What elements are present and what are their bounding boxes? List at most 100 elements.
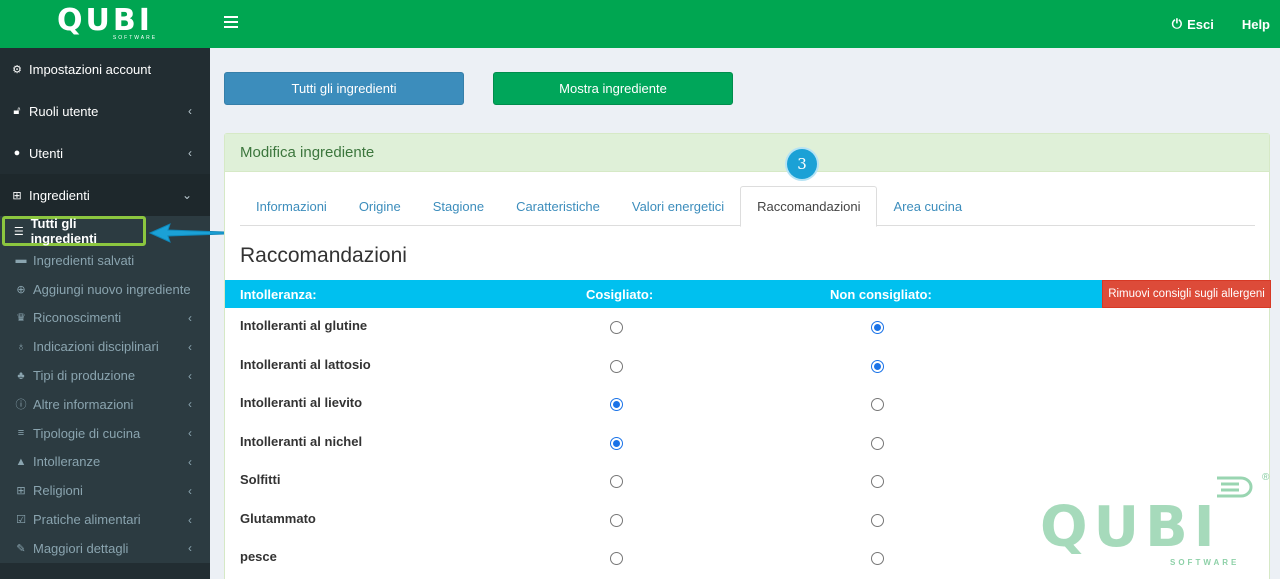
sidebar-item-account-settings[interactable]: ⚙ Impostazioni account xyxy=(0,48,210,90)
logout-button[interactable]: ⏻ Esci xyxy=(1172,16,1214,32)
sidebar-item-more-details[interactable]: ✎ Maggiori dettagli ‹ xyxy=(0,534,210,563)
table-row: Intolleranti al glutine xyxy=(225,308,1271,346)
tab-valori-energetici[interactable]: Valori energetici xyxy=(616,186,740,226)
sidebar-item-label: Tutti gli ingredienti xyxy=(30,216,98,246)
recommended-radio[interactable] xyxy=(610,552,623,565)
not-recommended-radio[interactable] xyxy=(871,475,884,488)
sidebar-item-religions[interactable]: ⊞ Religioni ‹ xyxy=(0,476,210,505)
chevron-left-icon: ‹ xyxy=(188,310,192,325)
tab-informazioni[interactable]: Informazioni xyxy=(240,186,343,226)
sidebar-item-label: Indicazioni disciplinari xyxy=(33,339,159,355)
table-row: pesce xyxy=(225,539,1271,577)
sidebar: ⚙ Impostazioni account 🔓︎ Ruoli utente ‹… xyxy=(0,48,210,579)
not-recommended-radio[interactable] xyxy=(871,513,884,527)
tab-origine[interactable]: Origine xyxy=(343,186,417,226)
tree-icon: ♣ xyxy=(17,369,25,382)
menu-toggle-icon[interactable] xyxy=(224,16,238,28)
not-recommended-radio[interactable] xyxy=(871,436,884,450)
not-recommended-radio[interactable] xyxy=(871,321,884,334)
sidebar-item-saved-ingredients[interactable]: ▬ Ingredienti salvati xyxy=(0,246,210,275)
sidebar-item-label: Ruoli utente xyxy=(29,103,99,119)
table-header: Intolleranza: Cosigliato: Non consigliat… xyxy=(225,280,1271,308)
recommended-radio[interactable] xyxy=(610,398,623,411)
sidebar-item-users[interactable]: ● Utenti ‹ xyxy=(0,132,210,174)
tab-area-cucina[interactable]: Area cucina xyxy=(877,186,978,226)
top-nav: ⏻ Esci Help xyxy=(1172,0,1270,48)
row-label: pesce xyxy=(240,549,277,564)
trophy-icon: ♛ xyxy=(16,312,26,325)
sidebar-item-label: Maggiori dettagli xyxy=(33,540,129,556)
help-label: Help xyxy=(1241,16,1270,32)
chevron-left-icon: ‹ xyxy=(188,426,192,441)
not-recommended-radio[interactable] xyxy=(871,359,884,373)
sidebar-item-cuisine-types[interactable]: ≡ Tipologie di cucina ‹ xyxy=(0,419,210,448)
remove-allergen-advice-button[interactable]: Rimuovi consigli sugli allergeni xyxy=(1102,280,1271,308)
sidebar-item-ingredients[interactable]: ⊞ Ingredienti ⌄ xyxy=(0,174,210,216)
info-icon: ⓘ xyxy=(15,399,27,412)
sidebar-item-label: Intolleranze xyxy=(33,454,101,470)
sidebar-item-user-roles[interactable]: 🔓︎ Ruoli utente ‹ xyxy=(0,90,210,132)
table-row: Intolleranti al nichel xyxy=(225,424,1271,462)
sidebar-item-label: Religioni xyxy=(33,483,83,499)
sidebar-item-label: Utenti xyxy=(29,145,63,161)
unlock-icon: 🔓︎ xyxy=(13,104,21,117)
recommended-radio[interactable] xyxy=(610,359,623,373)
sidebar-item-disciplinary[interactable]: ♁ Indicazioni disciplinari ‹ xyxy=(0,332,210,361)
row-label: Intolleranti al nichel xyxy=(240,433,363,449)
sidebar-item-intolerances[interactable]: ▲ Intolleranze ‹ xyxy=(0,448,210,477)
table-row: Intolleranti al lievito xyxy=(225,385,1271,423)
edit-ingredient-panel: Modifica ingrediente 3 Informazioni Orig… xyxy=(224,133,1271,579)
chevron-left-icon: ‹ xyxy=(188,146,192,160)
recommended-radio[interactable] xyxy=(610,321,623,334)
user-icon: ● xyxy=(13,147,21,159)
all-ingredients-button[interactable]: Tutti gli ingredienti xyxy=(224,72,464,105)
logo-subtext: SOFTWARE xyxy=(112,35,158,41)
sidebar-item-label: Aggiungi nuovo ingrediente xyxy=(33,281,191,297)
tab-caratteristiche[interactable]: Caratteristiche xyxy=(500,186,616,226)
chevron-left-icon: ‹ xyxy=(188,397,192,412)
recommended-radio[interactable] xyxy=(610,513,623,527)
power-icon: ⏻ xyxy=(1171,16,1183,31)
chevron-left-icon: ‹ xyxy=(188,368,192,383)
show-ingredient-button[interactable]: Mostra ingrediente xyxy=(493,72,733,105)
sidebar-item-label: Altre informazioni xyxy=(33,396,134,412)
sidebar-item-other-info[interactable]: ⓘ Altre informazioni ‹ xyxy=(0,390,210,419)
table-row: Intolleranti al lattosio xyxy=(225,347,1271,385)
logo-text: QUBI xyxy=(57,3,153,38)
sidebar-item-all-ingredients[interactable]: ☰ Tutti gli ingredienti xyxy=(2,216,146,246)
section-title: Raccomandazioni xyxy=(240,244,407,267)
row-label: Intolleranti al lattosio xyxy=(240,356,371,372)
sidebar-item-label: Riconoscimenti xyxy=(33,310,122,326)
not-recommended-radio[interactable] xyxy=(871,552,884,565)
check-square-icon: ☑ xyxy=(16,514,26,527)
top-navbar: ⏻ Esci Help xyxy=(210,0,1280,48)
sidebar-item-add-ingredient[interactable]: ⊕ Aggiungi nuovo ingrediente xyxy=(0,275,210,304)
table-row: Solfitti xyxy=(225,462,1271,500)
chevron-left-icon: ‹ xyxy=(188,104,192,118)
sidebar-item-production-types[interactable]: ♣ Tipi di produzione ‹ xyxy=(0,361,210,390)
row-label: Glutammato xyxy=(240,510,316,526)
not-recommended-radio[interactable] xyxy=(871,398,884,411)
row-label: Solfitti xyxy=(240,472,281,487)
sidebar-item-awards[interactable]: ♛ Riconoscimenti ‹ xyxy=(0,304,210,333)
archive-icon: ▬ xyxy=(15,254,27,267)
main-content: Tutti gli ingredienti Mostra ingrediente… xyxy=(210,48,1280,579)
tab-raccomandazioni[interactable]: Raccomandazioni xyxy=(740,186,878,227)
wrench-icon: ✎ xyxy=(16,542,26,555)
list-icon: ☰ xyxy=(13,225,24,238)
sidebar-item-food-practices[interactable]: ☑ Pratiche alimentari ‹ xyxy=(0,505,210,534)
logo[interactable]: QUBI SOFTWARE xyxy=(0,0,210,48)
sidebar-item-label: Impostazioni account xyxy=(29,61,152,77)
tab-stagione[interactable]: Stagione xyxy=(417,186,500,226)
ingredients-submenu: ☰ Tutti gli ingredienti ▬ Ingredienti sa… xyxy=(0,216,210,563)
warning-icon: ▲ xyxy=(15,455,27,468)
sidebar-item-label: Ingredienti xyxy=(29,187,90,203)
sidebar-item-label: Tipi di produzione xyxy=(33,368,136,384)
col-recommended: Cosigliato: xyxy=(586,287,654,302)
chevron-left-icon: ‹ xyxy=(188,339,192,354)
recommended-radio[interactable] xyxy=(610,436,623,450)
row-label: Intolleranti al lievito xyxy=(240,395,363,410)
recommended-radio[interactable] xyxy=(610,475,623,488)
help-link[interactable]: Help xyxy=(1242,17,1270,32)
plus-circle-icon: ⊕ xyxy=(16,283,26,296)
